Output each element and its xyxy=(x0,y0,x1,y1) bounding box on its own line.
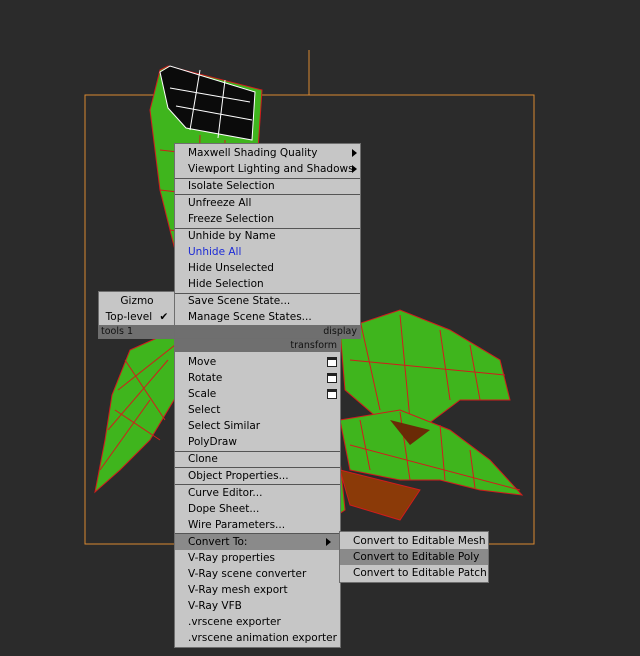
menu-item-label: Freeze Selection xyxy=(188,213,274,225)
submenu-arrow-icon xyxy=(326,538,331,546)
menu-item-vrscene-animation-exporter[interactable]: .vrscene animation exporter xyxy=(175,630,340,646)
menu-item-vray-properties[interactable]: V-Ray properties xyxy=(175,550,340,566)
menu-item-select-similar[interactable]: Select Similar xyxy=(175,418,340,434)
menu-item-top-level[interactable]: Top-level ✔ xyxy=(99,309,175,325)
submenu-arrow-icon xyxy=(352,149,357,157)
menu-item-label: Object Properties... xyxy=(188,470,289,482)
menu-item-gizmo[interactable]: Gizmo xyxy=(99,293,175,309)
menu-item-dope-sheet[interactable]: Dope Sheet... xyxy=(175,501,340,517)
quad-header-label: transform xyxy=(290,340,337,351)
menu-item-label: Curve Editor... xyxy=(188,487,263,499)
menu-item-vray-vfb[interactable]: V-Ray VFB xyxy=(175,598,340,614)
menu-item-label: Select xyxy=(188,404,221,416)
menu-item-label: Hide Selection xyxy=(188,278,264,290)
menu-item-label: V-Ray scene converter xyxy=(188,568,307,580)
window-icon[interactable] xyxy=(327,373,337,383)
menu-item-convert-to[interactable]: Convert To: xyxy=(175,534,340,550)
menu-item-convert-editable-poly[interactable]: Convert to Editable Poly xyxy=(340,549,488,565)
window-icon[interactable] xyxy=(327,389,337,399)
menu-item-label: .vrscene exporter xyxy=(188,616,281,628)
menu-item-label: Convert to Editable Poly xyxy=(353,551,480,563)
menu-item-label: Dope Sheet... xyxy=(188,503,260,515)
menu-item-wire-parameters[interactable]: Wire Parameters... xyxy=(175,517,340,533)
menu-item-isolate-selection[interactable]: Isolate Selection xyxy=(175,178,360,194)
menu-item-label: .vrscene animation exporter xyxy=(188,632,337,644)
menu-item-unfreeze-all[interactable]: Unfreeze All xyxy=(175,195,360,211)
menu-item-hide-unselected[interactable]: Hide Unselected xyxy=(175,260,360,276)
menu-item-hide-selection[interactable]: Hide Selection xyxy=(175,276,360,292)
menu-item-convert-editable-patch[interactable]: Convert to Editable Patch xyxy=(340,565,488,581)
menu-item-label: Hide Unselected xyxy=(188,262,274,274)
quad-footer-tools1: tools 1 xyxy=(99,325,175,338)
menu-item-clone[interactable]: Clone xyxy=(175,451,340,467)
menu-item-select[interactable]: Select xyxy=(175,402,340,418)
quad-tools1: Gizmo Top-level ✔ tools 1 xyxy=(98,291,176,339)
menu-item-vray-scene-converter[interactable]: V-Ray scene converter xyxy=(175,566,340,582)
menu-item-polydraw[interactable]: PolyDraw xyxy=(175,434,340,450)
window-icon[interactable] xyxy=(327,357,337,367)
menu-item-curve-editor[interactable]: Curve Editor... xyxy=(175,485,340,501)
menu-item-unhide-by-name[interactable]: Unhide by Name xyxy=(175,228,360,244)
menu-item-label: Convert to Editable Patch xyxy=(353,567,487,579)
menu-item-rotate[interactable]: Rotate xyxy=(175,370,340,386)
checkmark-icon: ✔ xyxy=(159,311,169,323)
menu-item-viewport-lighting-shadows[interactable]: Viewport Lighting and Shadows xyxy=(175,161,360,177)
menu-item-label: Wire Parameters... xyxy=(188,519,286,531)
menu-item-label: Clone xyxy=(188,453,218,465)
menu-item-move[interactable]: Move xyxy=(175,354,340,370)
menu-item-label: Convert To: xyxy=(188,536,248,548)
menu-item-label: Unhide All xyxy=(188,246,242,258)
menu-item-label: Save Scene State... xyxy=(188,295,291,307)
menu-item-vrscene-exporter[interactable]: .vrscene exporter xyxy=(175,614,340,630)
menu-item-label: Top-level xyxy=(105,311,153,323)
menu-item-object-properties[interactable]: Object Properties... xyxy=(175,468,340,484)
submenu-arrow-icon xyxy=(352,165,357,173)
menu-item-unhide-all[interactable]: Unhide All xyxy=(175,244,360,260)
menu-item-label: Unfreeze All xyxy=(188,197,252,209)
quad-footer-display: display xyxy=(175,325,360,338)
menu-item-scale[interactable]: Scale xyxy=(175,386,340,402)
menu-item-label: Gizmo xyxy=(120,295,154,307)
menu-item-freeze-selection[interactable]: Freeze Selection xyxy=(175,211,360,227)
menu-item-convert-editable-mesh[interactable]: Convert to Editable Mesh xyxy=(340,533,488,549)
menu-item-label: PolyDraw xyxy=(188,436,237,448)
menu-item-vray-mesh-export[interactable]: V-Ray mesh export xyxy=(175,582,340,598)
menu-item-label: Isolate Selection xyxy=(188,180,275,192)
menu-item-label: Move xyxy=(188,356,217,368)
quad-footer-label: display xyxy=(323,326,357,337)
menu-item-label: V-Ray properties xyxy=(188,552,275,564)
menu-item-label: Select Similar xyxy=(188,420,261,432)
menu-item-label: Unhide by Name xyxy=(188,230,276,242)
menu-item-label: Convert to Editable Mesh xyxy=(353,535,486,547)
menu-item-save-scene-state[interactable]: Save Scene State... xyxy=(175,293,360,309)
convert-to-submenu: Convert to Editable Mesh Convert to Edit… xyxy=(339,531,489,583)
menu-item-label: V-Ray VFB xyxy=(188,600,242,612)
quad-header-transform: transform xyxy=(175,339,340,352)
menu-item-maxwell-shading-quality[interactable]: Maxwell Shading Quality xyxy=(175,145,360,161)
menu-item-label: Rotate xyxy=(188,372,223,384)
menu-item-label: Scale xyxy=(188,388,217,400)
menu-item-label: V-Ray mesh export xyxy=(188,584,288,596)
menu-item-label: Manage Scene States... xyxy=(188,311,312,323)
menu-item-manage-scene-states[interactable]: Manage Scene States... xyxy=(175,309,360,325)
quad-display: Maxwell Shading Quality Viewport Lightin… xyxy=(174,143,361,339)
menu-item-label: Maxwell Shading Quality xyxy=(188,147,318,159)
quad-footer-label: tools 1 xyxy=(101,326,134,337)
quad-transform: transform Move Rotate Scale Select Selec… xyxy=(174,338,341,648)
menu-item-label: Viewport Lighting and Shadows xyxy=(188,163,354,175)
